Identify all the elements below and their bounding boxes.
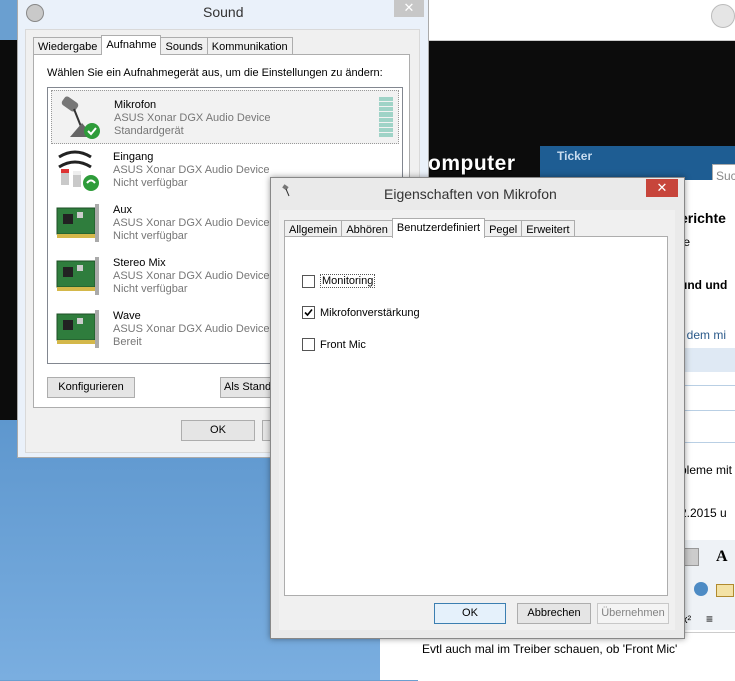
device-name: Mikrofon	[114, 99, 157, 111]
editor-toolbar: A x² ≡	[680, 540, 735, 630]
tab-panel: Monitoring Mikrofonverstärkung Front Mic	[284, 236, 668, 596]
device-desc: ASUS Xonar DGX Audio Device	[113, 217, 270, 229]
list-item-mikrofon[interactable]: Mikrofon ASUS Xonar DGX Audio Device Sta…	[51, 90, 399, 144]
device-desc: ASUS Xonar DGX Audio Device	[113, 164, 270, 176]
device-name: Wave	[113, 310, 141, 322]
device-status: Nicht verfügbar	[113, 177, 188, 189]
close-button[interactable]: ✕	[394, 0, 424, 17]
dialog-title: Eigenschaften von Mikrofon	[384, 186, 557, 202]
site-heading: erichte	[680, 210, 726, 226]
window-title: Sound	[203, 4, 244, 20]
configure-button[interactable]: Konfigurieren	[47, 377, 135, 398]
nav-ticker-link[interactable]: Ticker	[557, 149, 592, 163]
site-logo[interactable]: omputer	[428, 152, 516, 176]
align-icon[interactable]: ≡	[706, 612, 713, 626]
checkbox-label: Mikrofonverstärkung	[320, 306, 420, 319]
divider	[680, 442, 735, 443]
apply-button[interactable]: Übernehmen	[597, 603, 669, 624]
rca-cable-icon	[58, 150, 99, 191]
sound-card-icon	[56, 310, 99, 348]
instruction-text: Wählen Sie ein Aufnahmegerät aus, um die…	[47, 67, 383, 79]
checkmark-icon	[304, 308, 313, 317]
checkbox-label: Front Mic	[320, 338, 366, 351]
reply-textarea[interactable]: Evtl auch mal im Treiber schauen, ob 'Fr…	[418, 632, 735, 681]
dropdown-arrow-icon[interactable]	[683, 548, 699, 566]
front-mic-checkbox[interactable]	[302, 338, 315, 351]
tab-sounds[interactable]: Sounds	[160, 37, 208, 55]
mail-icon[interactable]	[716, 584, 734, 597]
ok-button[interactable]: OK	[434, 603, 506, 624]
browser-toolbar	[425, 0, 735, 41]
site-text: bleme mit	[680, 463, 733, 477]
cancel-button[interactable]: Abbrechen	[517, 603, 591, 624]
font-size-icon[interactable]: A	[716, 548, 728, 566]
sound-card-icon	[56, 257, 99, 295]
device-status: Nicht verfügbar	[113, 230, 188, 242]
dialog-body: Allgemein Abhören Benutzerdefiniert Pege…	[279, 210, 675, 630]
tab-wiedergabe[interactable]: Wiedergabe	[33, 37, 103, 55]
site-link[interactable]: t dem mi	[680, 328, 726, 342]
tab-aufnahme[interactable]: Aufnahme	[101, 35, 162, 55]
device-name: Eingang	[113, 151, 154, 163]
monitoring-checkbox-row[interactable]: Monitoring	[302, 274, 376, 288]
microphone-icon	[61, 96, 100, 139]
ok-button[interactable]: OK	[181, 420, 255, 441]
front-mic-checkbox-row[interactable]: Front Mic	[302, 338, 366, 351]
device-desc: ASUS Xonar DGX Audio Device	[113, 270, 270, 282]
tab-benutzerdefiniert[interactable]: Benutzerdefiniert	[391, 218, 486, 238]
mic-boost-checkbox-row[interactable]: Mikrofonverstärkung	[302, 306, 420, 319]
divider	[680, 410, 735, 411]
device-desc: ASUS Xonar DGX Audio Device	[113, 323, 270, 335]
globe-icon[interactable]	[694, 582, 708, 596]
device-status: Bereit	[113, 336, 142, 348]
close-button[interactable]: ✕	[646, 179, 678, 197]
properties-dialog: Eigenschaften von Mikrofon ✕ Allgemein A…	[270, 177, 685, 639]
device-name: Aux	[113, 204, 132, 216]
mic-boost-checkbox[interactable]	[302, 306, 315, 319]
speaker-icon	[26, 4, 44, 22]
device-status: Nicht verfügbar	[113, 283, 188, 295]
checkbox-label: Monitoring	[320, 274, 376, 288]
browser-menu-icon[interactable]	[711, 4, 735, 28]
divider	[680, 385, 735, 386]
device-desc: ASUS Xonar DGX Audio Device	[114, 112, 271, 124]
tab-kommunikation[interactable]: Kommunikation	[206, 37, 293, 55]
monitoring-checkbox[interactable]	[302, 274, 315, 288]
site-info-bar	[680, 348, 735, 372]
site-subheading: und und	[680, 278, 728, 292]
device-name: Stereo Mix	[113, 257, 166, 269]
sound-card-icon	[56, 204, 99, 242]
microphone-icon	[281, 184, 295, 198]
level-meter	[379, 97, 393, 137]
reply-text: Evtl auch mal im Treiber schauen, ob 'Fr…	[422, 642, 678, 656]
device-status: Standardgerät	[114, 125, 184, 137]
site-date: 2.2015 u	[680, 506, 727, 520]
